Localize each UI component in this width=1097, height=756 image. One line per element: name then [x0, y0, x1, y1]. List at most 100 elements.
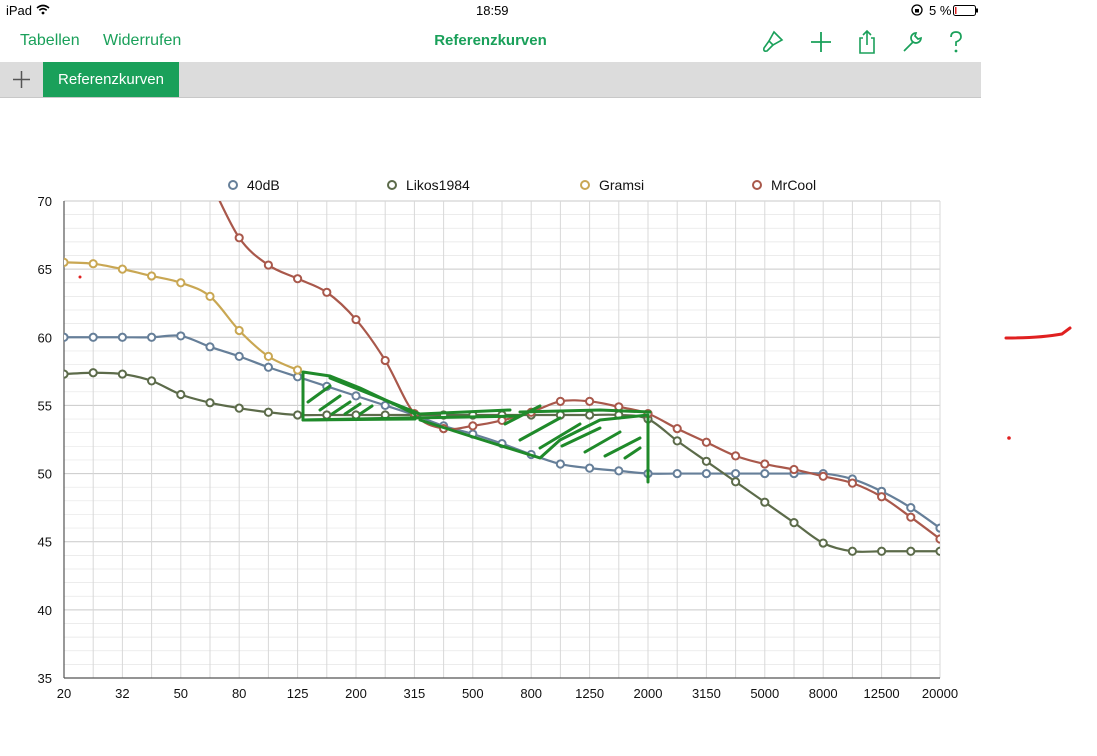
undo-button[interactable]: Widerrufen — [103, 32, 181, 50]
data-point — [88, 259, 98, 269]
reference-curves-chart: 35 40 45 50 55 60 65 70 20 32 50 80 125 200 315 500 800 1… — [38, 177, 959, 701]
data-point — [672, 468, 682, 479]
plus-icon[interactable] — [807, 28, 835, 56]
data-point — [526, 407, 536, 417]
document-title: Referenzkurven — [434, 32, 547, 49]
data-point — [64, 369, 69, 379]
data-point — [234, 233, 244, 243]
x-tick-label: 200 — [345, 686, 367, 701]
y-tick-label: 60 — [38, 330, 52, 345]
data-point — [234, 403, 244, 413]
data-point — [147, 332, 157, 342]
y-tick-label: 40 — [38, 603, 52, 618]
help-icon[interactable] — [942, 28, 970, 56]
series-line — [218, 201, 940, 540]
data-point — [847, 546, 858, 556]
data-point — [643, 468, 653, 479]
data-point — [147, 271, 157, 281]
x-tick-label: 315 — [404, 686, 426, 701]
y-tick-label: 55 — [38, 398, 52, 413]
data-point — [760, 468, 770, 479]
data-point — [351, 314, 361, 325]
legend-marker — [387, 180, 397, 190]
data-point — [88, 332, 98, 342]
legend-marker — [580, 180, 590, 190]
battery-percent: 5 % — [929, 3, 952, 18]
data-point — [293, 274, 303, 284]
x-tick-label: 8000 — [809, 686, 838, 701]
wrench-icon[interactable] — [898, 28, 926, 56]
data-point — [147, 376, 157, 386]
data-point — [614, 402, 624, 412]
data-point — [263, 407, 273, 417]
y-tick-label: 45 — [38, 535, 52, 550]
y-tick-label: 70 — [38, 194, 52, 209]
tab-referenzkurven[interactable]: Referenzkurven — [43, 62, 179, 97]
data-point — [380, 355, 390, 366]
x-tick-label: 20 — [57, 686, 71, 701]
data-point — [380, 400, 390, 411]
data-point — [701, 456, 712, 466]
data-point — [497, 415, 507, 426]
data-point — [234, 351, 244, 361]
data-point — [322, 381, 332, 391]
data-point — [468, 410, 478, 420]
legend-marker — [228, 180, 238, 190]
data-point — [585, 463, 595, 473]
data-point — [906, 546, 916, 556]
tables-button[interactable]: Tabellen — [20, 32, 80, 50]
chart-axes: 35 40 45 50 55 60 65 70 20 32 50 80 125 200 315 500 800 1… — [38, 194, 959, 701]
share-icon[interactable] — [853, 28, 881, 56]
data-point — [935, 523, 940, 533]
data-point — [731, 468, 741, 479]
data-point — [585, 410, 595, 420]
clock: 18:59 — [476, 3, 509, 18]
data-point — [701, 468, 712, 479]
data-point — [555, 459, 566, 469]
data-point — [205, 291, 215, 301]
x-tick-label: 3150 — [692, 686, 721, 701]
data-point — [643, 409, 653, 419]
y-tick-label: 35 — [38, 671, 52, 686]
data-point — [818, 538, 828, 548]
rotation-lock-icon — [911, 4, 923, 16]
legend-label: 40dB — [247, 177, 280, 193]
brush-icon[interactable] — [758, 28, 786, 56]
data-point — [176, 278, 186, 288]
status-bar: iPad 18:59 5 % — [0, 0, 981, 22]
data-point — [731, 477, 741, 487]
data-point — [877, 492, 887, 502]
data-point — [351, 391, 361, 401]
data-point — [760, 459, 770, 469]
data-point — [614, 410, 624, 420]
data-point — [468, 429, 478, 439]
sheet-tab-bar: Referenzkurven — [0, 62, 981, 98]
x-tick-label: 800 — [520, 686, 542, 701]
x-tick-label: 125 — [287, 686, 309, 701]
data-point — [380, 410, 390, 420]
data-point — [877, 546, 887, 556]
data-point — [263, 260, 273, 270]
x-tick-label: 5000 — [750, 686, 779, 701]
battery-icon — [953, 5, 978, 16]
data-point — [906, 512, 916, 522]
series-mrcool — [218, 201, 940, 544]
data-point — [789, 518, 799, 528]
x-tick-label: 50 — [174, 686, 188, 701]
add-sheet-icon[interactable] — [0, 62, 43, 97]
data-point — [701, 437, 712, 447]
legend-label: Likos1984 — [406, 177, 470, 193]
x-tick-label: 12500 — [864, 686, 900, 701]
x-tick-label: 1250 — [575, 686, 604, 701]
data-point — [555, 396, 566, 406]
data-point — [205, 398, 215, 408]
data-point — [322, 287, 332, 297]
data-point — [322, 410, 332, 420]
data-point — [117, 264, 128, 274]
data-point — [293, 410, 303, 420]
chart-legend: 40dB Likos1984 Gramsi MrCool — [228, 177, 816, 193]
x-tick-label: 32 — [115, 686, 129, 701]
data-point — [906, 503, 916, 513]
data-point — [526, 449, 536, 460]
data-point — [293, 365, 303, 375]
